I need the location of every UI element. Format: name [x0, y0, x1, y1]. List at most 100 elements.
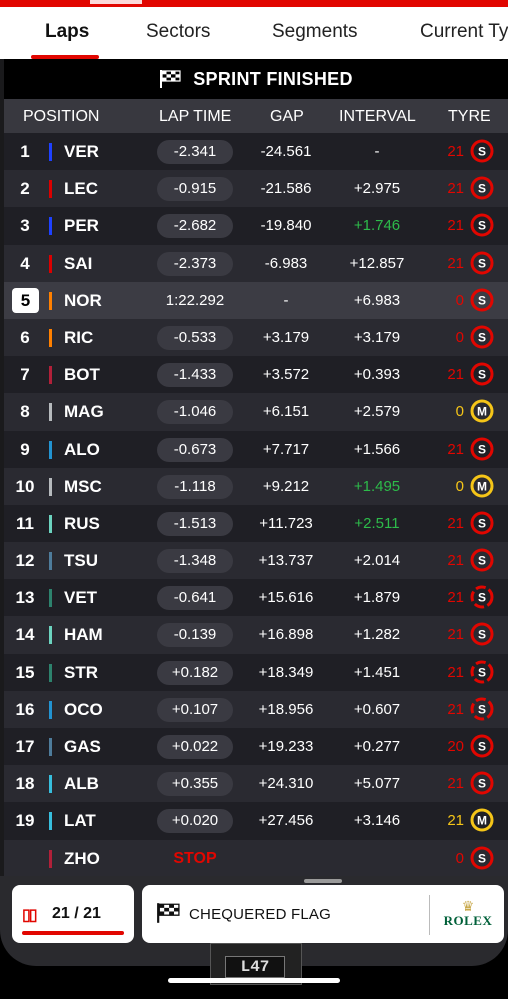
gap-value: - [283, 291, 289, 309]
tyre-laps: 21 [447, 366, 464, 384]
driver-code: HAM [64, 625, 103, 645]
table-row[interactable]: 6 RIC -0.533 +3.179 +3.179 0 S [4, 318, 508, 357]
lap-time: +0.020 [157, 809, 233, 834]
table-row[interactable]: 12 TSU -1.348 +13.737 +2.014 21 S [4, 542, 508, 580]
gap-value: +11.723 [259, 514, 313, 532]
table-row[interactable]: 9 ALO -0.673 +7.717 +1.566 21 S [4, 430, 508, 468]
tyre-laps: 21 [447, 700, 464, 718]
driver-code: ALO [64, 439, 100, 459]
driver-position: 18 [15, 774, 35, 794]
svg-text:M: M [477, 479, 487, 493]
table-row[interactable]: 11 RUS -1.513 +11.723 +2.511 21 S [4, 504, 508, 543]
svg-text:S: S [478, 330, 486, 344]
driver-position: 5 [12, 287, 39, 313]
table-row[interactable]: 13 VET -0.641 +15.616 +1.879 21 S [4, 579, 508, 617]
interval-value: +6.983 [353, 291, 401, 309]
svg-text:S: S [478, 219, 486, 233]
svg-text:S: S [478, 740, 486, 754]
gap-value: +15.616 [258, 589, 314, 607]
tyre-medium-icon: M [470, 474, 494, 498]
team-color-bar [49, 477, 52, 496]
team-color-bar [49, 849, 52, 868]
team-color-bar [49, 291, 52, 310]
interval-value: +0.393 [353, 366, 401, 384]
tyre-soft-icon: S [470, 585, 494, 609]
driver-position: 3 [20, 216, 30, 236]
tyre-soft-icon: S [470, 771, 494, 795]
tyre-laps: 21 [447, 217, 464, 235]
table-row[interactable]: 5 NOR 1:22.292 - +6.983 0 S [4, 281, 508, 319]
team-color-bar [49, 403, 52, 422]
table-row[interactable]: 17 GAS +0.022 +19.233 +0.277 20 S [4, 728, 508, 766]
race-control-message[interactable]: CHEQUERED FLAG ♛ ROLEX [142, 879, 504, 943]
table-row[interactable]: 15 STR +0.182 +18.349 +1.451 21 S [4, 653, 508, 691]
gap-value: -21.586 [260, 180, 312, 198]
tab-sectors[interactable]: Sectors [146, 21, 210, 43]
table-row[interactable]: 3 PER -2.682 -19.840 +1.746 21 S [4, 207, 508, 245]
svg-text:S: S [478, 182, 486, 196]
table-row[interactable]: 19 LAT +0.020 +27.456 +3.146 21 M [4, 802, 508, 840]
table-row[interactable]: 18 ALB +0.355 +24.310 +5.077 21 S [4, 765, 508, 803]
driver-position: 10 [15, 476, 35, 496]
interval-value: +1.451 [353, 663, 401, 681]
driver-position: 6 [20, 327, 30, 347]
lap-counter[interactable]: ▯▯ 21 / 21 [12, 885, 134, 943]
svg-text:S: S [478, 293, 486, 307]
interval-value: +0.607 [353, 700, 401, 718]
gap-value: +3.179 [262, 328, 310, 346]
tyre-soft-icon: S [470, 734, 494, 758]
team-color-bar [49, 366, 52, 385]
tyre-soft-icon: S [470, 213, 494, 237]
lap-time: -1.433 [157, 363, 233, 388]
pause-icon[interactable]: ▯▯ [22, 905, 38, 925]
table-row[interactable]: 7 BOT -1.433 +3.572 +0.393 21 S [4, 356, 508, 394]
svg-text:S: S [478, 591, 486, 605]
car-number: L47 [225, 956, 285, 978]
tyre-soft-icon: S [470, 251, 494, 275]
driver-position: 16 [15, 699, 35, 719]
driver-position: 17 [15, 737, 35, 756]
interval-value: +0.277 [353, 738, 401, 755]
gap-value: +18.349 [258, 663, 314, 681]
banner-text: SPRINT FINISHED [193, 68, 353, 89]
gap-value: -19.840 [260, 217, 312, 235]
tyre-laps: 0 [455, 403, 464, 421]
drag-handle[interactable] [304, 879, 342, 883]
team-color-bar [49, 328, 52, 347]
driver-code: STR [64, 662, 98, 682]
interval-value: +2.579 [353, 403, 401, 421]
driver-position: 11 [16, 513, 34, 533]
tab-segments[interactable]: Segments [272, 21, 358, 43]
lap-time: -2.682 [157, 214, 233, 239]
tab-current-tyre[interactable]: Current Ty [420, 21, 508, 43]
tyre-laps: 21 [447, 514, 464, 532]
timing-table: 1 VER -2.341 -24.561 - 21 S 2 LEC -0.915 -21.586 +2… [4, 133, 508, 877]
table-row[interactable]: 2 LEC -0.915 -21.586 +2.975 21 S [4, 170, 508, 208]
lap-time: -1.348 [157, 549, 233, 574]
tab-laps[interactable]: Laps [45, 21, 89, 43]
tyre-laps: 21 [447, 626, 464, 644]
header-lap-time: LAP TIME [159, 108, 232, 125]
table-row[interactable]: 10 MSC -1.118 +9.212 +1.495 0 M [4, 467, 508, 505]
table-row[interactable]: 4 SAI -2.373 -6.983 +12.857 21 S [4, 244, 508, 282]
table-row[interactable]: ZHO STOP 0 S [4, 839, 508, 877]
tyre-laps: 20 [447, 738, 464, 755]
interval-value: +1.879 [353, 589, 401, 607]
svg-text:S: S [478, 702, 486, 716]
gap-value: +18.956 [258, 700, 314, 718]
home-indicator[interactable] [168, 978, 340, 983]
table-row[interactable]: 8 MAG -1.046 +6.151 +2.579 0 M [4, 393, 508, 431]
gap-value: +9.212 [262, 477, 310, 495]
interval-value: +12.857 [349, 254, 405, 272]
tyre-laps: 21 [447, 812, 464, 830]
driver-code: MAG [64, 402, 104, 422]
tyre-soft-icon: S [470, 548, 494, 572]
tyre-laps: 21 [447, 180, 464, 198]
table-row[interactable]: 14 HAM -0.139 +16.898 +1.282 21 S [4, 616, 508, 654]
interval-value: - [374, 143, 380, 160]
team-color-bar [49, 626, 52, 645]
table-row[interactable]: 1 VER -2.341 -24.561 - 21 S [4, 133, 508, 171]
table-row[interactable]: 16 OCO +0.107 +18.956 +0.607 21 S [4, 690, 508, 728]
header-gap: GAP [270, 108, 304, 125]
team-color-bar [49, 663, 52, 682]
